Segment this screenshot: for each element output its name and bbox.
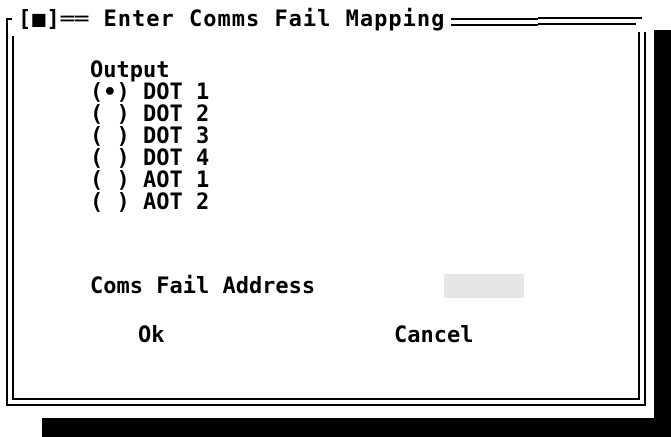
radio-option-dot-3[interactable]: ( ) DOT 3	[90, 126, 209, 148]
radio-option-aot-1[interactable]: ( ) AOT 1	[90, 170, 209, 192]
dialog-shadow-right	[654, 30, 671, 437]
ok-button[interactable]: Ok	[138, 324, 165, 348]
radio-empty-icon: ( )	[90, 190, 130, 215]
close-box-icon[interactable]: [■]	[18, 7, 61, 32]
radio-option-aot-2[interactable]: ( ) AOT 2	[90, 192, 209, 214]
title-gap	[538, 6, 648, 32]
title-rule-bottom	[538, 23, 636, 25]
title-rule-top	[538, 17, 642, 19]
comms-fail-dialog: [■]══ Enter Comms Fail Mapping Output (•…	[0, 0, 654, 418]
dialog-title: Enter Comms Fail Mapping	[103, 7, 446, 32]
dialog-titlebar: [■]══ Enter Comms Fail Mapping	[12, 4, 452, 36]
radio-label: AOT 2	[143, 190, 210, 215]
output-heading: Output	[90, 58, 170, 83]
dialog-shadow-bottom	[42, 418, 671, 437]
radio-option-dot-2[interactable]: ( ) DOT 2	[90, 104, 209, 126]
radio-option-dot-1[interactable]: (•) DOT 1	[90, 82, 209, 104]
coms-fail-address-label: Coms Fail Address	[90, 274, 316, 299]
title-separator: ══	[60, 7, 104, 32]
cancel-button[interactable]: Cancel	[394, 324, 473, 348]
coms-fail-address-input[interactable]	[444, 274, 524, 298]
radio-option-dot-4[interactable]: ( ) DOT 4	[90, 148, 209, 170]
